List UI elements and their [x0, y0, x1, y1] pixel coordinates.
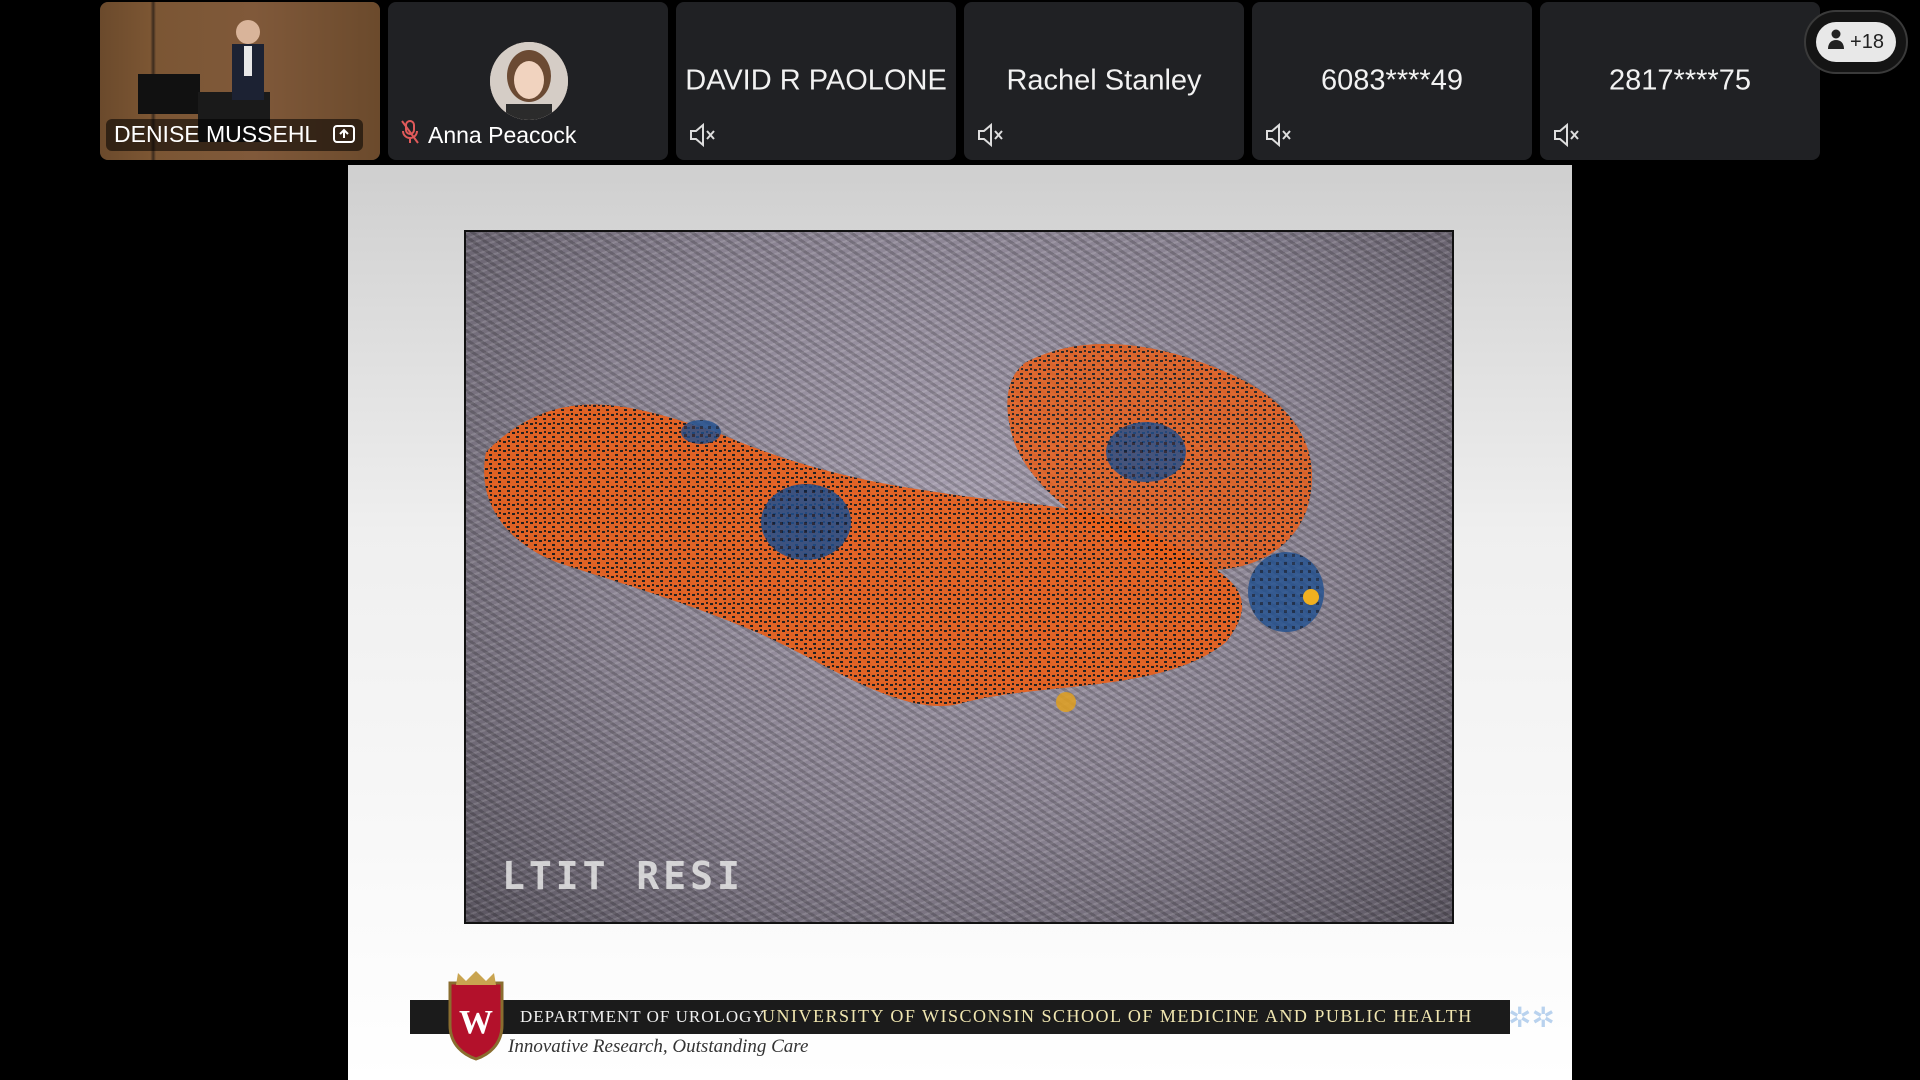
- participant-name: DAVID R PAOLONE: [685, 64, 947, 97]
- participant-tile-3[interactable]: DAVID R PAOLONE: [676, 2, 956, 160]
- participant-name-pill: DENISE MUSSEHL: [106, 118, 363, 152]
- mic-off-icon: [400, 119, 420, 151]
- speaker-muted-icon: [688, 121, 718, 149]
- decorative-stars-icon: ✲✲: [1508, 1002, 1555, 1033]
- participant-name: Rachel Stanley: [1006, 64, 1202, 97]
- avatar: [490, 42, 568, 120]
- participant-tile-4[interactable]: Rachel Stanley: [964, 2, 1244, 160]
- participant-name: 2817****75: [1609, 64, 1751, 97]
- speaker-muted-icon: [1552, 121, 1582, 149]
- participant-tile-5[interactable]: 6083****49: [1252, 2, 1532, 160]
- ultrasound-caption: LTIT RESI: [502, 854, 744, 898]
- participant-tile-2[interactable]: Anna Peacock: [388, 2, 668, 160]
- ultrasound-image: LTIT RESI: [464, 230, 1454, 924]
- screen-share-icon: [332, 122, 355, 149]
- more-participants-count: +18: [1850, 30, 1884, 53]
- participant-tile-6[interactable]: 2817****75: [1540, 2, 1820, 160]
- university-name: UNIVERSITY OF WISCONSIN SCHOOL OF MEDICI…: [762, 1006, 1473, 1026]
- more-participants-button[interactable]: +18: [1804, 10, 1908, 74]
- speaker-muted-icon: [976, 121, 1006, 149]
- shared-slide: LTIT RESI DEPARTMENT OF UROLOGY UNIVERSI…: [348, 165, 1572, 1080]
- uw-crest-logo: W: [444, 967, 508, 1061]
- participant-name: 6083****49: [1321, 64, 1463, 97]
- participant-name: DENISE MUSSEHL: [114, 120, 317, 147]
- participant-name: Anna Peacock: [428, 121, 577, 148]
- tagline: Innovative Research, Outstanding Care: [508, 1036, 809, 1057]
- person-icon: [1828, 29, 1845, 55]
- participant-tile-1[interactable]: DENISE MUSSEHL: [100, 2, 380, 160]
- footer-banner: DEPARTMENT OF UROLOGY UNIVERSITY OF WISC…: [410, 1000, 1510, 1034]
- speaker-muted-icon: [1264, 121, 1294, 149]
- crest-letter: W: [459, 1004, 493, 1041]
- department-name: DEPARTMENT OF UROLOGY: [520, 1007, 766, 1026]
